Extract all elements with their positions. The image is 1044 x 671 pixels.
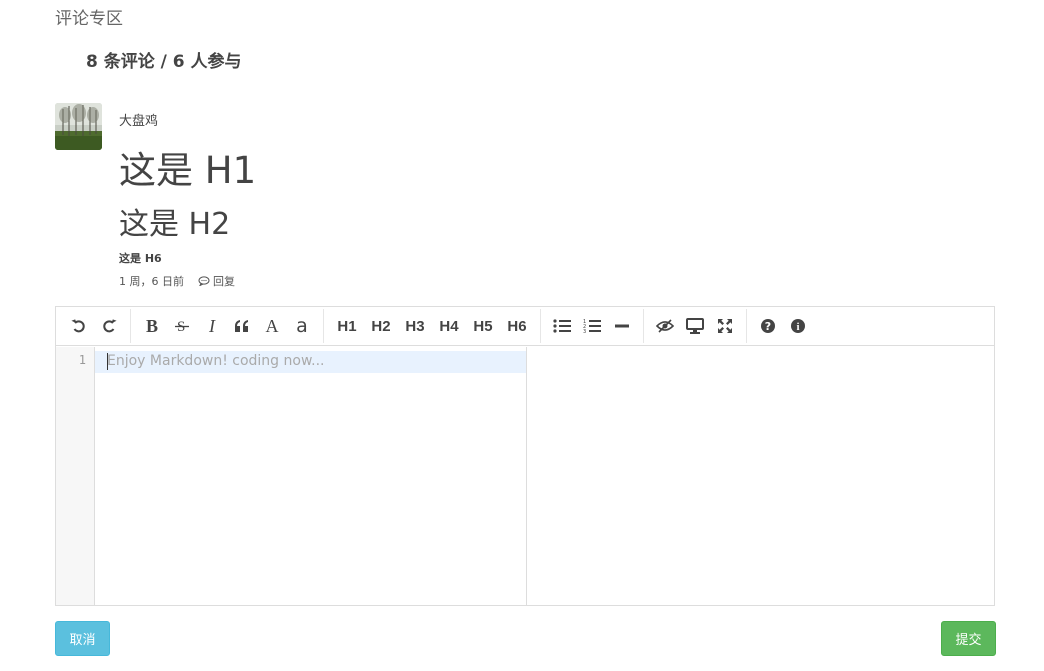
info-icon[interactable]: i bbox=[785, 312, 811, 340]
line-number: 1 bbox=[78, 353, 86, 367]
h6-button[interactable]: H6 bbox=[502, 312, 532, 340]
h3-button[interactable]: H3 bbox=[400, 312, 430, 340]
horizontal-rule-icon[interactable] bbox=[609, 312, 635, 340]
toolbar-divider bbox=[643, 309, 644, 343]
markdown-preview bbox=[527, 347, 994, 605]
submit-button[interactable]: 提交 bbox=[941, 621, 996, 656]
redo-icon[interactable] bbox=[96, 312, 122, 340]
markdown-editor: B S I A a H1 H2 H3 H4 H5 H6 123 ? i 1 En… bbox=[55, 306, 995, 606]
svg-text:i: i bbox=[796, 321, 799, 333]
reply-label: 回复 bbox=[213, 275, 235, 288]
text-cursor bbox=[107, 353, 108, 370]
uppercase-icon[interactable]: A bbox=[259, 312, 285, 340]
comment-meta: 1 周，6 日前 回复 bbox=[119, 273, 235, 289]
ordered-list-icon[interactable]: 123 bbox=[579, 312, 605, 340]
reply-button[interactable]: 回复 bbox=[198, 273, 235, 289]
italic-icon[interactable]: I bbox=[199, 312, 225, 340]
strikethrough-icon[interactable]: S bbox=[169, 312, 195, 340]
comment-bubble-icon bbox=[198, 276, 210, 286]
h1-button[interactable]: H1 bbox=[332, 312, 362, 340]
comment-time: 1 周，6 日前 bbox=[119, 275, 184, 288]
unordered-list-icon[interactable] bbox=[549, 312, 575, 340]
section-title: 评论专区 bbox=[55, 9, 123, 29]
editor-placeholder: Enjoy Markdown! coding now... bbox=[107, 353, 325, 369]
comment-author[interactable]: 大盘鸡 bbox=[119, 110, 158, 129]
comment-heading-1: 这是 H1 bbox=[119, 149, 257, 192]
editor-toolbar: B S I A a H1 H2 H3 H4 H5 H6 123 ? i bbox=[56, 307, 994, 346]
lowercase-icon[interactable]: a bbox=[289, 312, 315, 340]
cancel-button[interactable]: 取消 bbox=[55, 621, 110, 656]
svg-text:?: ? bbox=[765, 320, 771, 333]
bold-icon[interactable]: B bbox=[139, 312, 165, 340]
markdown-input[interactable]: Enjoy Markdown! coding now... bbox=[95, 347, 527, 605]
svg-text:3: 3 bbox=[583, 329, 586, 334]
desktop-icon[interactable] bbox=[682, 312, 708, 340]
h2-button[interactable]: H2 bbox=[366, 312, 396, 340]
toolbar-divider bbox=[540, 309, 541, 343]
comment-count: 8 条评论 / 6 人参与 bbox=[86, 52, 242, 72]
help-icon[interactable]: ? bbox=[755, 312, 781, 340]
quote-icon[interactable] bbox=[229, 312, 255, 340]
h5-button[interactable]: H5 bbox=[468, 312, 498, 340]
toolbar-divider bbox=[746, 309, 747, 343]
comment-heading-2: 这是 H2 bbox=[119, 207, 231, 242]
undo-icon[interactable] bbox=[66, 312, 92, 340]
fullscreen-icon[interactable] bbox=[712, 312, 738, 340]
editor-body: 1 Enjoy Markdown! coding now... bbox=[56, 347, 994, 605]
h4-button[interactable]: H4 bbox=[434, 312, 464, 340]
toolbar-divider bbox=[323, 309, 324, 343]
avatar[interactable] bbox=[55, 103, 102, 150]
eye-slash-icon[interactable] bbox=[652, 312, 678, 340]
toolbar-divider bbox=[130, 309, 131, 343]
line-gutter: 1 bbox=[56, 347, 95, 605]
comment-heading-6: 这是 H6 bbox=[119, 252, 162, 265]
